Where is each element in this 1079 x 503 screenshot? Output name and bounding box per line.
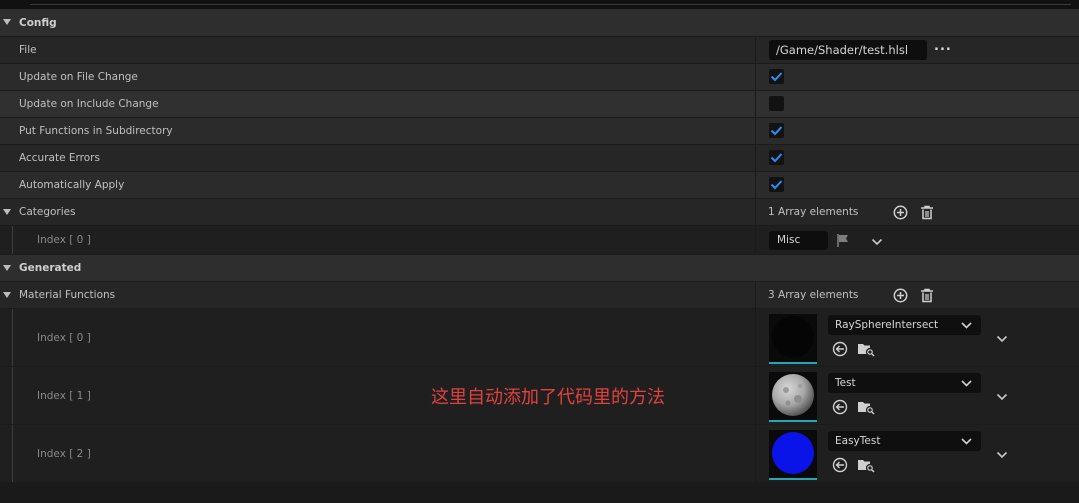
expand-arrow-icon[interactable] <box>3 209 11 215</box>
annotation-text: 这里自动添加了代码里的方法 <box>431 387 665 408</box>
property-label: File <box>19 44 37 56</box>
chevron-down-icon[interactable] <box>996 392 1008 404</box>
material-function-element-2: Index [ 2 ] EasyTest <box>0 425 1079 483</box>
use-selected-icon[interactable] <box>832 399 848 418</box>
element-index-label: Index [ 2 ] <box>37 448 91 460</box>
section-label: Config <box>19 17 57 29</box>
asset-name: EasyTest <box>835 435 881 447</box>
asset-picker-combo[interactable]: RaySphereIntersect <box>828 315 981 335</box>
property-label: Material Functions <box>19 289 116 301</box>
array-count: 3 Array elements <box>768 289 859 301</box>
section-label: Generated <box>19 262 82 274</box>
property-material-functions: Material Functions 3 Array elements <box>0 282 1079 309</box>
asset-name: Test <box>835 377 856 389</box>
section-config[interactable]: Config <box>0 9 1079 37</box>
categories-element-0: Index [ 0 ] Misc <box>0 226 1079 255</box>
add-element-icon[interactable] <box>893 205 908 223</box>
section-generated[interactable]: Generated <box>0 255 1079 282</box>
browse-folder-icon[interactable] <box>857 341 875 360</box>
add-element-icon[interactable] <box>893 288 908 306</box>
property-label: Put Functions in Subdirectory <box>19 125 173 137</box>
property-categories: Categories 1 Array elements <box>0 199 1079 226</box>
element-index-label: Index [ 0 ] <box>37 332 91 344</box>
property-label: Automatically Apply <box>19 179 125 191</box>
chevron-down-icon[interactable] <box>871 237 883 249</box>
delete-all-icon[interactable] <box>920 288 934 306</box>
property-label: Update on File Change <box>19 71 138 83</box>
asset-thumbnail[interactable] <box>769 372 817 422</box>
browse-folder-icon[interactable] <box>857 399 875 418</box>
accurate-errors-checkbox[interactable] <box>769 150 784 165</box>
property-update-on-file-change: Update on File Change <box>0 64 1079 91</box>
update-on-include-change-checkbox[interactable] <box>769 96 784 111</box>
category-value: Misc <box>777 234 801 246</box>
chevron-down-icon[interactable] <box>996 334 1008 346</box>
property-update-on-include-change: Update on Include Change <box>0 91 1079 118</box>
property-automatically-apply: Automatically Apply <box>0 172 1079 199</box>
property-accurate-errors: Accurate Errors <box>0 145 1079 172</box>
property-put-functions-in-subdirectory: Put Functions in Subdirectory <box>0 118 1079 145</box>
expand-arrow-icon[interactable] <box>3 292 11 298</box>
file-path-field[interactable]: /Game/Shader/test.hlsl <box>769 40 927 60</box>
asset-name: RaySphereIntersect <box>835 319 939 331</box>
material-function-element-0: Index [ 0 ] RaySphereIntersect <box>0 309 1079 367</box>
automatically-apply-checkbox[interactable] <box>769 177 784 192</box>
asset-thumbnail[interactable] <box>769 314 817 364</box>
collapse-arrow-icon[interactable] <box>3 265 11 271</box>
use-selected-icon[interactable] <box>832 341 848 360</box>
property-file: File /Game/Shader/test.hlsl ... <box>0 37 1079 64</box>
array-count: 1 Array elements <box>768 206 859 218</box>
browse-button[interactable]: ... <box>934 39 952 54</box>
property-label: Categories <box>19 206 76 218</box>
element-index-label: Index [ 0 ] <box>37 234 91 246</box>
asset-picker-combo[interactable]: EasyTest <box>828 431 981 451</box>
element-index-label: Index [ 1 ] <box>37 390 91 402</box>
collapse-arrow-icon[interactable] <box>3 19 11 25</box>
put-functions-in-subdirectory-checkbox[interactable] <box>769 123 784 138</box>
asset-picker-combo[interactable]: Test <box>828 373 981 393</box>
chevron-down-icon[interactable] <box>996 450 1008 462</box>
property-label: Update on Include Change <box>19 98 159 110</box>
delete-all-icon[interactable] <box>920 205 934 223</box>
asset-thumbnail[interactable] <box>769 430 817 480</box>
use-selected-icon[interactable] <box>832 457 848 476</box>
flag-icon[interactable] <box>836 233 851 251</box>
browse-folder-icon[interactable] <box>857 457 875 476</box>
property-label: Accurate Errors <box>19 152 100 164</box>
top-scroll-strip <box>0 0 1079 9</box>
category-value-field[interactable]: Misc <box>769 231 828 250</box>
file-path-value: /Game/Shader/test.hlsl <box>776 43 909 57</box>
update-on-file-change-checkbox[interactable] <box>769 69 784 84</box>
